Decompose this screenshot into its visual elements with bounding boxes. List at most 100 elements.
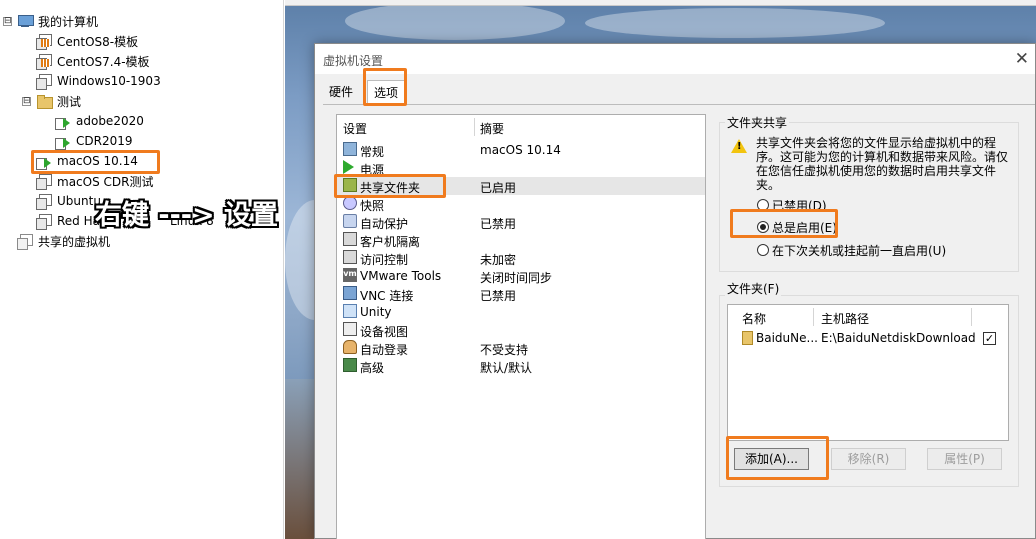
menu-bar — [285, 0, 1036, 6]
row-summary: 已启用 — [480, 181, 517, 195]
row-name: 自动保护 — [360, 217, 409, 231]
folder-icon — [36, 93, 53, 109]
folder-row-name[interactable]: BaiduNe... — [756, 331, 818, 345]
tree-node-vm[interactable]: CentOS7.4-模板 — [36, 51, 150, 71]
settings-row-isolation[interactable]: 客户机隔离 — [337, 231, 705, 249]
settings-row-advanced[interactable]: 高级 默认/默认 — [337, 357, 705, 375]
row-name: 电源 — [360, 163, 385, 177]
row-summary: macOS 10.14 — [480, 143, 561, 157]
close-icon[interactable]: ✕ — [1015, 49, 1029, 69]
vm-running-icon — [55, 113, 71, 130]
row-summary: 不受支持 — [480, 343, 529, 357]
settings-row-autoprotect[interactable]: 自动保护 已禁用 — [337, 213, 705, 231]
settings-row-vnc[interactable]: VNC 连接 已禁用 — [337, 285, 705, 303]
dialog-titlebar: 虚拟机设置 ✕ — [315, 44, 1035, 74]
vm-template-icon — [36, 53, 52, 70]
settings-row-general[interactable]: 常规 macOS 10.14 — [337, 141, 705, 159]
vm-library-tree: ⊟ 我的计算机 CentOS8-模板 CentOS7.4-模板 Windows1… — [0, 0, 284, 539]
tab-divider — [323, 104, 1035, 105]
tree-node-vm-macos[interactable]: macOS 10.14 — [36, 151, 138, 171]
row-summary: 关闭时间同步 — [480, 271, 553, 285]
dialog-title: 虚拟机设置 — [323, 54, 384, 68]
tree-node-folder[interactable]: 测试 — [36, 91, 81, 111]
vm-running-icon — [55, 133, 71, 150]
settings-row-device-view[interactable]: 设备视图 — [337, 321, 705, 339]
tree-label: macOS 10.14 — [57, 154, 138, 168]
vm-running-icon — [36, 153, 52, 170]
autoprotect-icon — [343, 214, 357, 228]
list-header: 设置 摘要 — [337, 115, 705, 139]
tab-options[interactable]: 选项 — [367, 80, 406, 106]
unity-icon — [343, 304, 357, 318]
vm-settings-dialog: 虚拟机设置 ✕ 硬件 选项 设置 摘要 常规 macOS 10.14 电源 共享… — [314, 43, 1036, 539]
tree-label: 测试 — [57, 94, 82, 109]
row-name: 高级 — [360, 361, 385, 375]
tree-label: CentOS8-模板 — [57, 34, 139, 49]
folders-label: 文件夹(F) — [725, 280, 782, 297]
tree-node-vm[interactable]: Windows10-1903 — [36, 71, 161, 91]
radio-circle — [757, 244, 769, 256]
radio-disabled[interactable]: 已禁用(D) — [757, 197, 827, 213]
folder-row-path[interactable]: E:\BaiduNetdiskDownload — [821, 331, 976, 345]
tree-label: macOS CDR测试 — [57, 174, 154, 189]
tree-label: Windows10-1903 — [57, 74, 161, 88]
header-setting: 设置 — [343, 122, 368, 136]
row-name: 常规 — [360, 145, 385, 159]
snapshot-icon — [343, 196, 357, 210]
vmware-tools-icon: vm — [343, 268, 357, 282]
tree-node-vm[interactable]: Ubuntu — [36, 191, 101, 211]
tree-node-vm[interactable]: adobe2020 — [55, 111, 144, 131]
tree-node-my-computer[interactable]: 我的计算机 — [17, 11, 98, 31]
tree-label: 共享的虚拟机 — [38, 234, 111, 249]
tree-label: CDR2019 — [76, 134, 133, 148]
radio-until-poweroff[interactable]: 在下次关机或挂起前一直启用(U) — [757, 242, 946, 258]
tree-node-vm[interactable]: macOS CDR测试 — [36, 171, 153, 191]
tree-node-vm[interactable]: CDR2019 — [55, 131, 133, 151]
tree-label: CentOS7.4-模板 — [57, 54, 150, 69]
settings-row-vmware-tools[interactable]: vm VMware Tools 关闭时间同步 — [337, 267, 705, 285]
folder-enabled-checkbox[interactable]: ✓ — [983, 332, 996, 345]
row-name: Unity — [360, 305, 392, 319]
monitor-icon — [343, 142, 357, 156]
collapse-toggle-root[interactable]: ⊟ — [3, 17, 12, 26]
radio-always-enabled[interactable]: 总是启用(E) — [757, 219, 837, 235]
properties-button[interactable]: 属性(P) — [927, 448, 1002, 470]
shared-vms-icon — [17, 233, 33, 250]
computer-icon — [17, 13, 34, 29]
warning-text: 共享文件夹会将您的文件显示给虚拟机中的程序。这可能为您的计算机和数据带来风险。请… — [756, 136, 1009, 192]
tree-node-shared[interactable]: 共享的虚拟机 — [17, 231, 110, 251]
row-name: 自动登录 — [360, 343, 409, 357]
settings-list[interactable]: 设置 摘要 常规 macOS 10.14 电源 共享文件夹 已启用 快照 自动保… — [336, 114, 706, 539]
folder-sharing-label: 文件夹共享 — [725, 114, 790, 131]
settings-row-autologin[interactable]: 自动登录 不受支持 — [337, 339, 705, 357]
row-summary: 已禁用 — [480, 217, 517, 231]
settings-row-access-control[interactable]: 访问控制 未加密 — [337, 249, 705, 267]
row-name: 客户机隔离 — [360, 235, 421, 249]
row-name: 访问控制 — [360, 253, 409, 267]
collapse-toggle-folder[interactable]: ⊟ — [22, 97, 31, 106]
radio-label: 总是启用(E) — [772, 220, 837, 235]
vm-icon — [36, 193, 52, 210]
settings-row-shared-folders[interactable]: 共享文件夹 已启用 — [337, 177, 705, 195]
device-view-icon — [343, 322, 357, 336]
vnc-icon — [343, 286, 357, 300]
isolation-icon — [343, 232, 357, 246]
annotation-text: 右键 ---> 设置 — [95, 200, 279, 231]
shared-folder-icon — [343, 178, 357, 192]
settings-row-power[interactable]: 电源 — [337, 159, 705, 177]
row-name: VNC 连接 — [360, 289, 414, 303]
settings-row-unity[interactable]: Unity — [337, 303, 705, 321]
settings-row-snapshot[interactable]: 快照 — [337, 195, 705, 213]
folders-table[interactable]: 名称 主机路径 BaiduNe... E:\BaiduNetdiskDownlo… — [727, 304, 1009, 441]
tree-label: 我的计算机 — [38, 14, 99, 29]
add-button[interactable]: 添加(A)... — [734, 448, 809, 470]
remove-button[interactable]: 移除(R) — [831, 448, 906, 470]
tree-node-vm[interactable]: CentOS8-模板 — [36, 31, 138, 51]
tree-label: adobe2020 — [76, 114, 144, 128]
row-name: 共享文件夹 — [360, 181, 421, 195]
radio-label: 已禁用(D) — [772, 198, 827, 213]
vm-icon — [36, 73, 52, 90]
radio-circle-selected — [757, 221, 769, 233]
tab-hardware[interactable]: 硬件 — [323, 80, 359, 104]
radio-label: 在下次关机或挂起前一直启用(U) — [772, 243, 947, 258]
